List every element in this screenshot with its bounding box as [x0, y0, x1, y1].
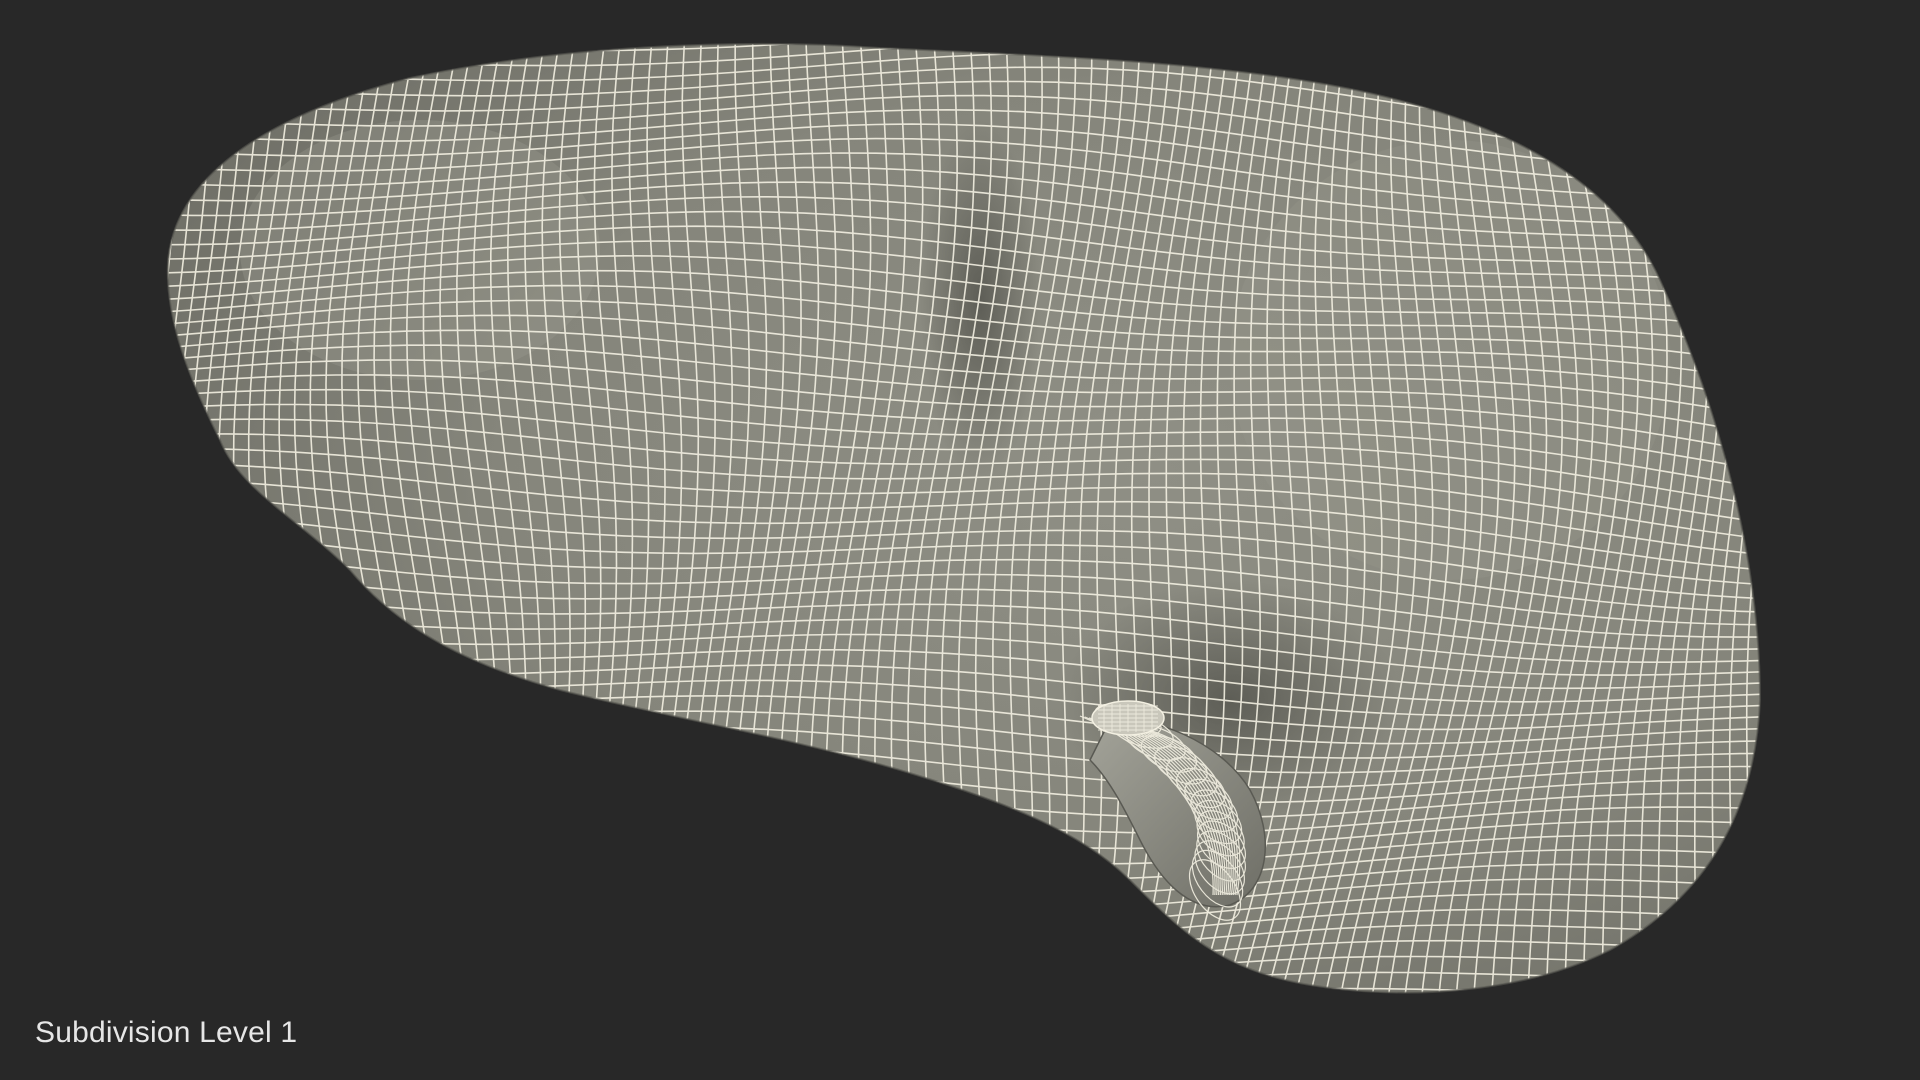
liver-model — [166, 42, 1762, 994]
liver-wireframe-render — [166, 42, 1762, 994]
render-viewport: Subdivision Level 1 — [0, 0, 1920, 1080]
subdivision-level-caption: Subdivision Level 1 — [35, 1016, 298, 1049]
